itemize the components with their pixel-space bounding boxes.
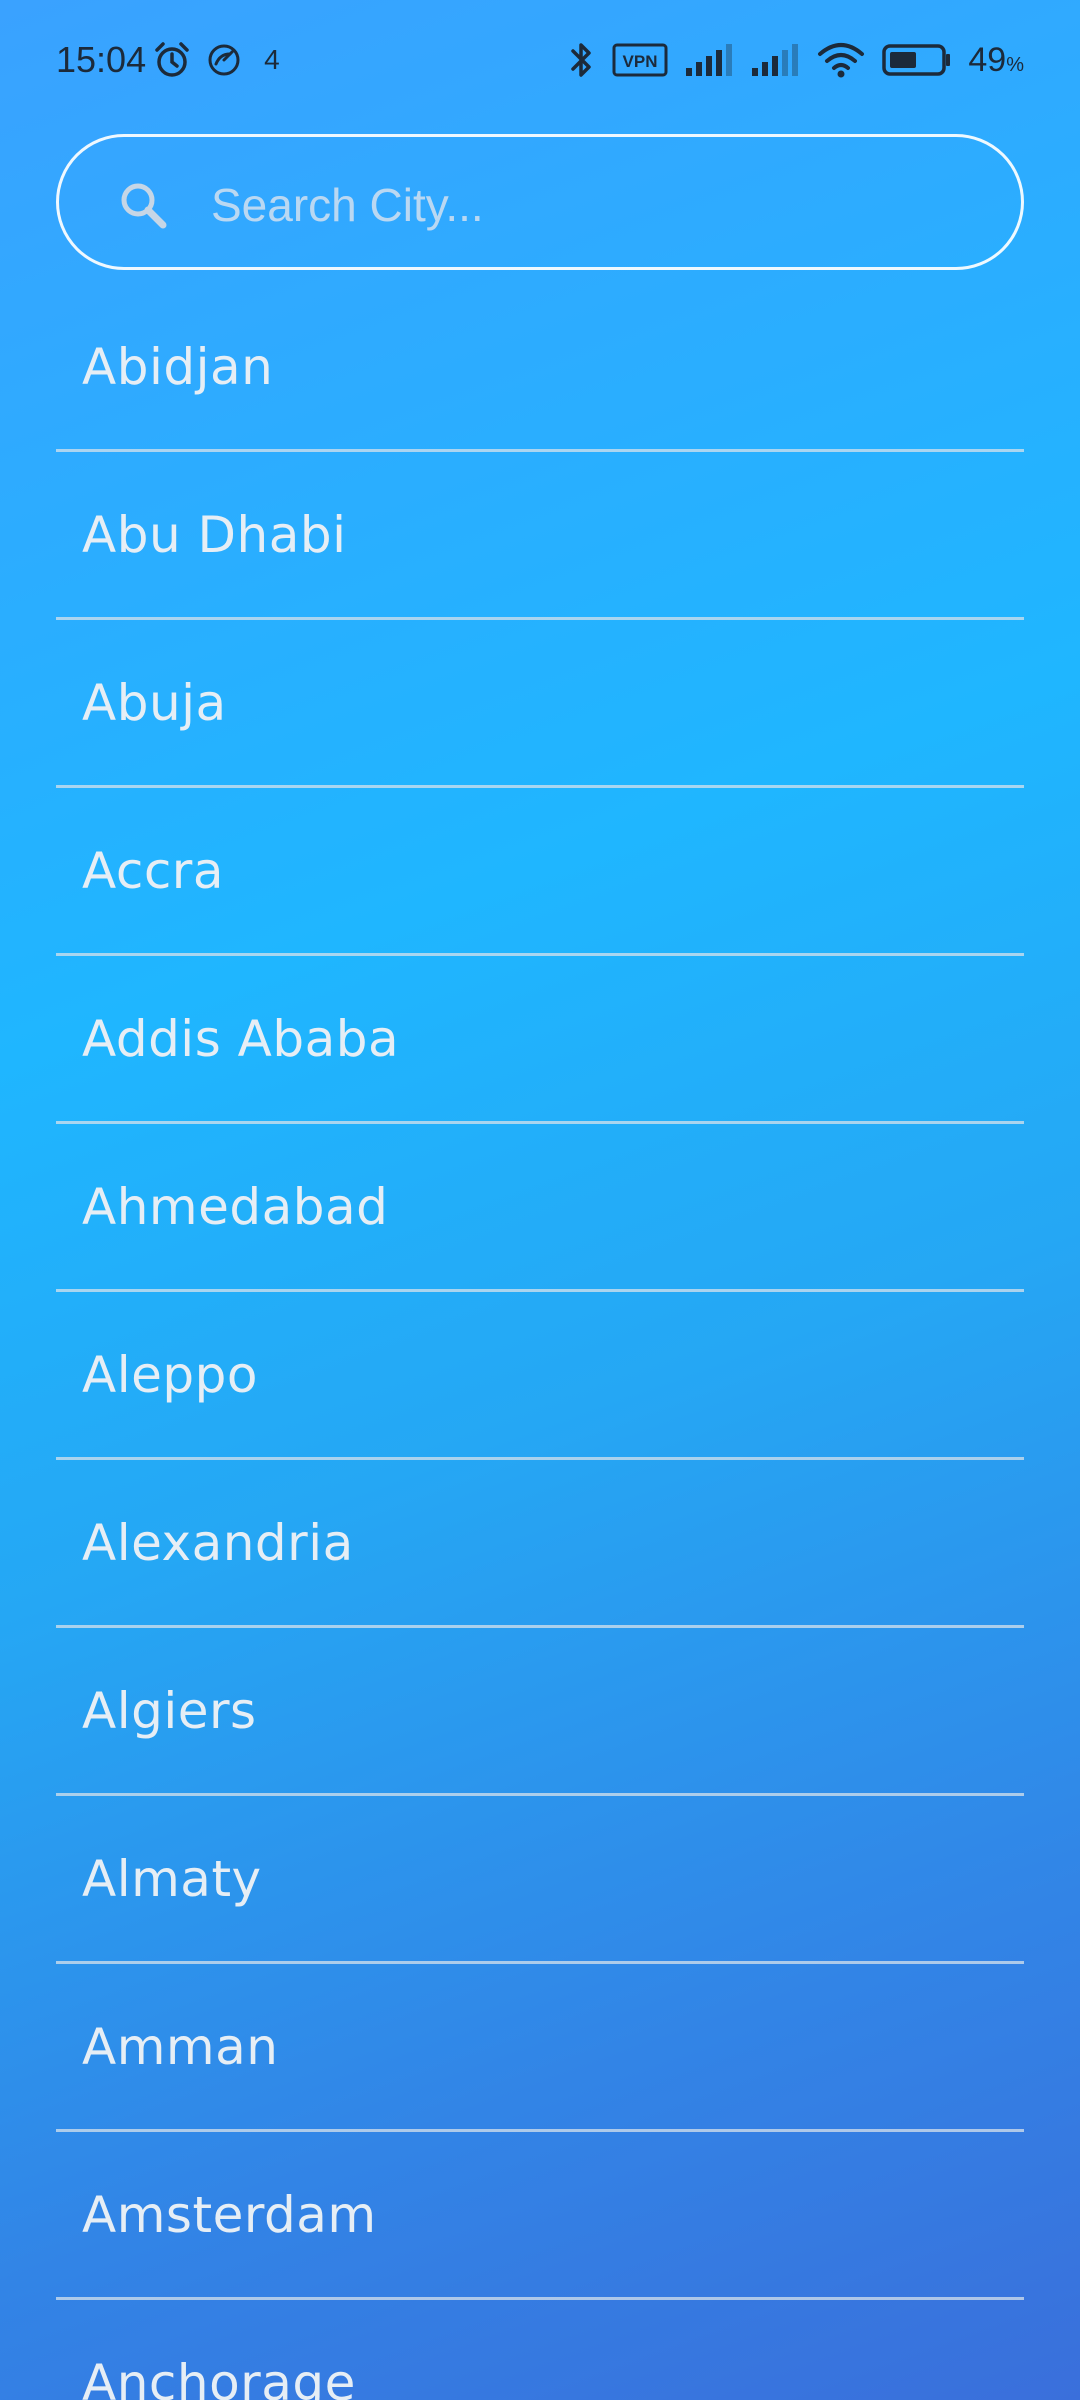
bluetooth-icon: [566, 40, 596, 80]
city-list-item[interactable]: Algiers: [56, 1628, 1024, 1796]
battery-percentage: 49%: [968, 41, 1024, 80]
vpn-icon: VPN: [612, 43, 668, 77]
city-name: Almaty: [82, 1849, 262, 1908]
city-list-item[interactable]: Ahmedabad: [56, 1124, 1024, 1292]
city-list-item[interactable]: Anchorage: [56, 2300, 1024, 2400]
city-list-item[interactable]: Abu Dhabi: [56, 452, 1024, 620]
status-right: VPN 49%: [566, 36, 1024, 84]
battery-icon: [882, 42, 952, 78]
city-list[interactable]: Abidjan Abu Dhabi Abuja Accra Addis Ababa Ahm…: [56, 284, 1024, 2400]
city-list-item[interactable]: Abidjan: [56, 284, 1024, 452]
search-input[interactable]: [211, 167, 991, 243]
city-name: Abu Dhabi: [82, 505, 347, 564]
city-list-item[interactable]: Amsterdam: [56, 2132, 1024, 2300]
status-bar: 15:04 4 VPN 49%: [0, 0, 1080, 92]
city-list-item[interactable]: Accra: [56, 788, 1024, 956]
city-list-item[interactable]: Aleppo: [56, 1292, 1024, 1460]
city-name: Anchorage: [82, 2353, 356, 2400]
battery-unit: %: [1006, 53, 1024, 76]
city-name: Algiers: [82, 1681, 257, 1740]
data-saver-icon: [206, 42, 242, 78]
battery-level: 49: [968, 40, 1007, 79]
alarm-icon: [152, 40, 192, 80]
city-list-item[interactable]: Amman: [56, 1964, 1024, 2132]
city-name: Amman: [82, 2017, 279, 2076]
city-name: Alexandria: [82, 1513, 354, 1572]
city-list-item[interactable]: Addis Ababa: [56, 956, 1024, 1124]
city-name: Abidjan: [82, 337, 274, 396]
signal-icon: [684, 42, 734, 78]
city-name: Ahmedabad: [82, 1177, 389, 1236]
status-left: 15:04 4: [56, 36, 280, 84]
city-list-item[interactable]: Alexandria: [56, 1460, 1024, 1628]
city-list-item[interactable]: Almaty: [56, 1796, 1024, 1964]
city-list-item[interactable]: Abuja: [56, 620, 1024, 788]
city-name: Accra: [82, 841, 225, 900]
city-name: Abuja: [82, 673, 227, 732]
wifi-icon: [816, 40, 866, 80]
notification-count: 4: [264, 44, 280, 75]
city-name: Amsterdam: [82, 2185, 377, 2244]
search-box[interactable]: [56, 134, 1024, 270]
search-icon: [117, 179, 169, 231]
vpn-label: VPN: [623, 52, 658, 71]
status-time: 15:04: [56, 39, 147, 80]
signal-icon: [750, 42, 800, 78]
city-name: Addis Ababa: [82, 1009, 400, 1068]
city-name: Aleppo: [82, 1345, 258, 1404]
